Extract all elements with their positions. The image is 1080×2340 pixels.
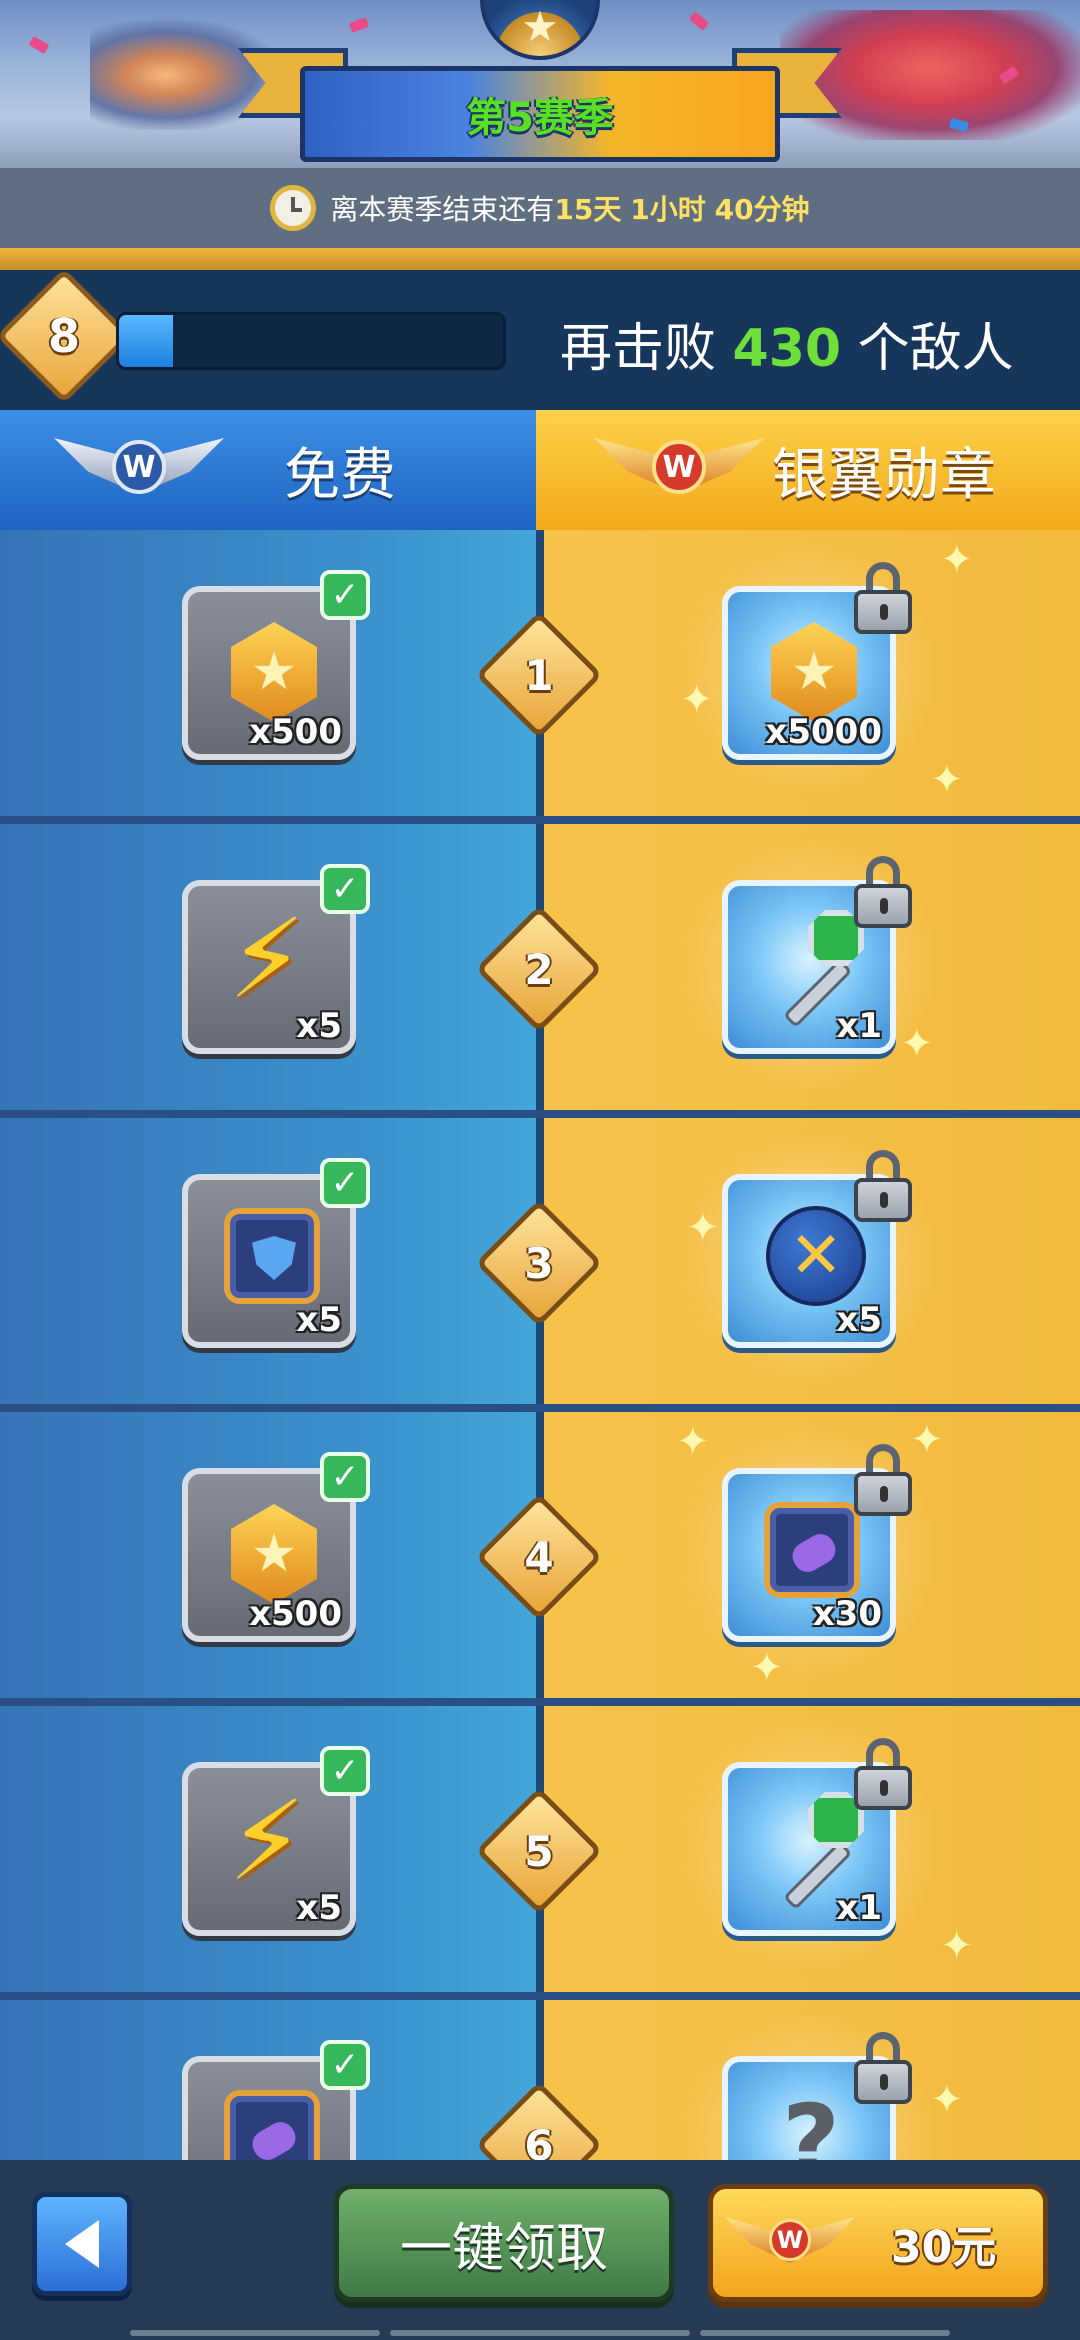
- enemy-goal: 再击败 430 个敌人: [560, 306, 1014, 381]
- reward-quantity: x5: [296, 1888, 342, 1928]
- lock-icon: [854, 1150, 912, 1224]
- reward-quantity: x5: [296, 1006, 342, 1046]
- claimed-check-icon: ✓: [320, 2040, 370, 2090]
- season-header: ★ 第5赛季: [0, 0, 1080, 168]
- back-arrow-icon: [65, 2220, 99, 2268]
- sparkle-icon: ✦: [940, 1923, 974, 1969]
- sparkle-icon: ✦: [900, 1021, 934, 1067]
- reward-row: ⚡ x5 ✓ 5 x1 ✦: [0, 1706, 1080, 2000]
- current-level: 8: [47, 309, 80, 363]
- reward-quantity: x5000: [765, 712, 882, 752]
- free-reward-card[interactable]: ⚡ x5 ✓: [182, 1746, 370, 1936]
- reward-row: x5 ✓ 3 ✕ x5 ✦: [0, 1118, 1080, 1412]
- lock-icon: [854, 1738, 912, 1812]
- sparkle-icon: ✦: [930, 2077, 964, 2123]
- free-reward-card[interactable]: ★ x500 ✓: [182, 570, 370, 760]
- timer-prefix: 离本赛季结束还有: [330, 193, 555, 226]
- reward-track[interactable]: ★ x500 ✓ 1 ★ x5000 ✦ ✦ ✦ ⚡ x5 ✓ 2 x1 ✦ x…: [0, 530, 1080, 2160]
- reward-quantity: x30: [812, 1594, 882, 1634]
- season-title: 第5赛季: [466, 95, 614, 141]
- header-divider: [0, 248, 1080, 270]
- timer-minutes: 40分钟: [714, 193, 810, 226]
- tier-number: 1: [524, 650, 554, 700]
- sparkle-icon: ✦: [686, 1205, 720, 1251]
- claimed-check-icon: ✓: [320, 570, 370, 620]
- reward-quantity: x500: [249, 712, 342, 752]
- season-timer: 离本赛季结束还有15天 1小时 40分钟: [0, 168, 1080, 248]
- claimed-check-icon: ✓: [320, 1158, 370, 1208]
- level-progress-bar: [116, 312, 506, 370]
- paid-reward-card[interactable]: ?: [722, 2032, 912, 2161]
- confetti-icon: [348, 17, 370, 33]
- sparkle-icon: ✦: [910, 1417, 944, 1463]
- paid-reward-card[interactable]: ✕ x5: [722, 1150, 912, 1348]
- season-ribbon: 第5赛季: [300, 66, 780, 162]
- tier-number: 4: [524, 1532, 554, 1582]
- gold-wings-icon: W: [725, 2207, 855, 2283]
- paid-reward-card[interactable]: x1: [722, 856, 912, 1054]
- lock-icon: [854, 856, 912, 930]
- reward-row: ★ x500 ✓ 1 ★ x5000 ✦ ✦ ✦: [0, 530, 1080, 824]
- timer-hours: 1小时: [630, 193, 706, 226]
- tab-paid-label: 银翼勋章: [772, 442, 996, 508]
- medal-price: 30元: [891, 2222, 997, 2273]
- sparkle-icon: ✦: [680, 677, 714, 723]
- lightning-icon: ⚡: [228, 895, 306, 1023]
- timer-days: 15天: [554, 193, 622, 226]
- sparkle-icon: ✦: [930, 757, 964, 803]
- enemy-suffix: 个敌人: [857, 319, 1014, 379]
- claimed-check-icon: ✓: [320, 1452, 370, 1502]
- free-reward-card[interactable]: ⚡ x5 ✓: [182, 864, 370, 1054]
- free-reward-card[interactable]: ✓: [182, 2040, 370, 2160]
- gold-wings-icon: W: [594, 424, 764, 516]
- mystery-reward-icon: ?: [782, 2083, 841, 2161]
- back-button[interactable]: [32, 2192, 132, 2296]
- enemy-count: 430: [732, 319, 842, 379]
- sparkle-icon: ✦: [940, 537, 974, 583]
- sparkle-icon: ✦: [676, 1419, 710, 1465]
- claimed-check-icon: ✓: [320, 1746, 370, 1796]
- level-progress-fill: [119, 315, 173, 367]
- lock-icon: [854, 2032, 912, 2106]
- lock-icon: [854, 1444, 912, 1518]
- claimed-check-icon: ✓: [320, 864, 370, 914]
- free-reward-card[interactable]: ★ x500 ✓: [182, 1452, 370, 1642]
- reward-quantity: x1: [836, 1888, 882, 1928]
- clock-icon: [270, 185, 317, 231]
- nav-indicator: [130, 2330, 380, 2336]
- nav-indicator: [390, 2330, 690, 2336]
- paid-reward-card[interactable]: x1: [722, 1738, 912, 1936]
- paid-reward-card[interactable]: ★ x5000: [722, 562, 912, 760]
- lock-icon: [854, 562, 912, 636]
- paid-reward-card[interactable]: x30: [722, 1444, 912, 1642]
- confetti-icon: [688, 11, 710, 31]
- tab-free-label: 免费: [284, 442, 396, 508]
- level-progress: 8 再击败 430 个敌人: [0, 268, 1080, 410]
- star-emblem-icon: ★: [480, 0, 600, 60]
- reward-quantity: x500: [249, 1594, 342, 1634]
- reward-row: ★ x500 ✓ 4 x30 ✦ ✦ ✦: [0, 1412, 1080, 1706]
- tab-silver-wing-medal[interactable]: W 银翼勋章: [536, 410, 1080, 530]
- tab-free[interactable]: W 免费: [0, 410, 536, 530]
- tier-number: 6: [524, 2120, 554, 2161]
- tier-number: 2: [524, 944, 554, 994]
- reward-row: ✓ 6 ? ✦: [0, 2000, 1080, 2160]
- reward-quantity: x1: [836, 1006, 882, 1046]
- free-reward-card[interactable]: x5 ✓: [182, 1158, 370, 1348]
- jet-illustration-right: [780, 10, 1080, 140]
- tier-number: 5: [524, 1826, 554, 1876]
- reward-quantity: x5: [296, 1300, 342, 1340]
- confetti-icon: [28, 36, 50, 54]
- claim-all-button[interactable]: 一键领取: [334, 2184, 674, 2302]
- nav-indicator: [700, 2330, 950, 2336]
- enemy-prefix: 再击败: [560, 319, 717, 379]
- bottom-bar: 一键领取 W 30元: [0, 2160, 1080, 2340]
- reward-quantity: x5: [836, 1300, 882, 1340]
- buy-medal-button[interactable]: W 30元: [708, 2184, 1048, 2302]
- reward-row: ⚡ x5 ✓ 2 x1 ✦: [0, 824, 1080, 1118]
- tier-number: 3: [524, 1238, 554, 1288]
- sparkle-icon: ✦: [750, 1645, 784, 1691]
- silver-wings-icon: W: [54, 424, 224, 516]
- lightning-icon: ⚡: [228, 1777, 306, 1905]
